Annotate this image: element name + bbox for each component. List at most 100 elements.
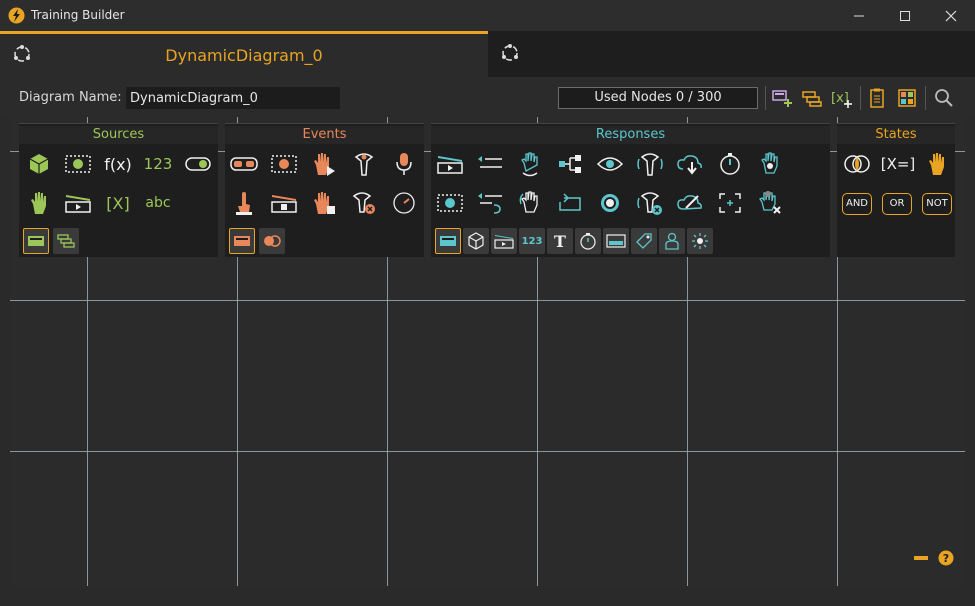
responses-timer-button[interactable] — [575, 228, 601, 254]
controller-event-node[interactable] — [349, 149, 379, 179]
clipboard-button[interactable] — [865, 86, 889, 110]
minimize-button[interactable] — [836, 0, 882, 31]
responses-category-button[interactable] — [435, 228, 461, 254]
assign-state-node[interactable]: [X=] — [880, 149, 916, 179]
add-variable-icon: [x] — [831, 91, 852, 108]
loop-response-node[interactable] — [555, 188, 585, 218]
responses-effect-button[interactable] — [687, 228, 713, 254]
hand-state-node[interactable] — [922, 149, 952, 179]
tab-dynamic-diagram[interactable]: DynamicDiagram_0 — [0, 31, 488, 77]
or-state-button[interactable]: OR — [882, 193, 912, 215]
events-palette: Events — [225, 123, 424, 257]
video-source-node[interactable] — [63, 188, 93, 218]
string-source-node[interactable]: abc — [143, 188, 173, 218]
hand-rotate-response-node[interactable] — [515, 149, 545, 179]
responses-object-button[interactable] — [463, 228, 489, 254]
responses-video-button[interactable] — [491, 228, 517, 254]
hand-grab-response-node[interactable] — [515, 188, 545, 218]
touch-event-node[interactable] — [229, 188, 259, 218]
responses-display-button[interactable] — [603, 228, 629, 254]
and-state-button[interactable]: AND — [842, 193, 872, 215]
collapse-palette-button[interactable] — [911, 548, 931, 568]
not-state-button[interactable]: NOT — [922, 193, 952, 215]
maximize-button[interactable] — [882, 0, 928, 31]
responses-text-button[interactable]: T — [547, 228, 573, 254]
video-stop-event-node[interactable] — [269, 188, 299, 218]
hand-source-node[interactable] — [24, 188, 54, 218]
sources-group-button[interactable] — [53, 228, 79, 254]
cube-outline-icon — [468, 232, 484, 250]
list-loop-response-node[interactable] — [475, 188, 505, 218]
look-response-node[interactable] — [595, 149, 625, 179]
hand-stop-event-node[interactable] — [309, 188, 339, 218]
voice-event-node[interactable] — [389, 149, 419, 179]
cloud-edit-icon — [677, 195, 702, 210]
tab-new-diagram[interactable] — [488, 31, 975, 77]
add-variable-button[interactable]: [x] — [830, 86, 854, 110]
group-nodes-button[interactable] — [800, 86, 824, 110]
video-clip-icon — [437, 156, 463, 174]
variable-source-node[interactable]: [X] — [103, 188, 133, 218]
sources-category-button[interactable] — [23, 228, 49, 254]
number-source-node[interactable]: 123 — [143, 149, 173, 179]
controller-lost-event-node[interactable] — [349, 188, 379, 218]
media-response-node[interactable] — [435, 188, 465, 218]
play-video-response-node[interactable] — [435, 149, 465, 179]
responses-tag-button[interactable] — [631, 228, 657, 254]
download-response-node[interactable] — [675, 149, 705, 179]
timer-response-node[interactable] — [715, 149, 745, 179]
media-source-node[interactable] — [63, 149, 93, 179]
layers-icon — [57, 234, 75, 248]
stopwatch-icon — [580, 233, 596, 250]
venn-icon — [844, 155, 870, 173]
events-category-button[interactable] — [229, 228, 255, 254]
highlight-response-node[interactable] — [595, 188, 625, 218]
media-event-node[interactable] — [269, 149, 299, 179]
hand-stop-icon — [314, 192, 335, 214]
diagram-canvas[interactable]: Sources f(x) 123 [X] abc Events Response… — [10, 117, 965, 586]
responses-palette: Responses 123 T — [431, 123, 830, 257]
branch-response-node[interactable] — [555, 149, 585, 179]
close-button[interactable] — [928, 0, 974, 31]
cube-icon — [29, 154, 49, 174]
function-source-node[interactable]: f(x) — [103, 149, 133, 179]
responses-avatar-button[interactable] — [659, 228, 685, 254]
vr-headset-event-node[interactable] — [229, 149, 259, 179]
hand-grab-icon — [519, 191, 538, 213]
focus-response-node[interactable] — [715, 188, 745, 218]
video-stop-icon — [271, 195, 297, 213]
hand-play-event-node[interactable] — [309, 149, 339, 179]
toolbar-divider — [925, 86, 926, 110]
search-button[interactable] — [932, 86, 956, 110]
palette-layout-button[interactable] — [895, 86, 919, 110]
add-diagram-button[interactable] — [770, 86, 794, 110]
help-icon: ? — [938, 550, 954, 566]
list-loop-icon — [478, 193, 502, 214]
haptic-response-node[interactable] — [635, 149, 665, 179]
card-icon — [28, 236, 44, 246]
list-response-node[interactable] — [475, 149, 505, 179]
combine-state-node[interactable] — [842, 149, 872, 179]
tab-label: DynamicDiagram_0 — [165, 46, 323, 65]
responses-number-button[interactable]: 123 — [519, 228, 545, 254]
diagram-name-input[interactable] — [126, 87, 340, 109]
object-source-node[interactable] — [24, 149, 54, 179]
film-chart-icon — [437, 194, 463, 212]
timer-event-node[interactable] — [389, 188, 419, 218]
toolbar-divider — [765, 86, 766, 110]
window-title: Training Builder — [31, 8, 125, 22]
hand-remove-icon — [759, 191, 781, 214]
hand-remove-response-node[interactable] — [755, 188, 785, 218]
help-button[interactable]: ? — [936, 548, 956, 568]
film-chart-icon — [271, 155, 297, 173]
add-diagram-icon — [772, 90, 792, 107]
display-icon — [606, 234, 626, 248]
boolean-source-node[interactable] — [183, 149, 213, 179]
target-icon — [601, 194, 619, 212]
hand-wave-icon — [761, 152, 778, 174]
events-group-button[interactable] — [259, 228, 285, 254]
cloud-edit-response-node[interactable] — [675, 188, 705, 218]
haptic-stop-response-node[interactable] — [635, 188, 665, 218]
hand-wave-response-node[interactable] — [755, 149, 785, 179]
diagram-name-label: Diagram Name: — [19, 90, 122, 105]
